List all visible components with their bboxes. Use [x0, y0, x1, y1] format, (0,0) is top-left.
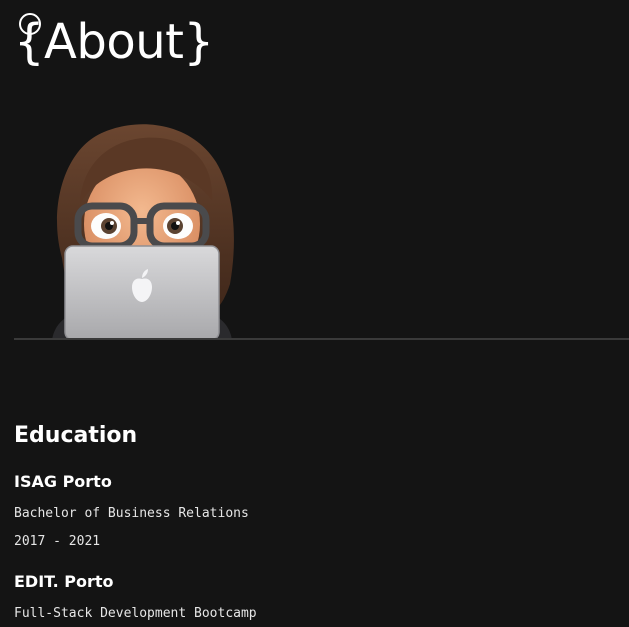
page-title: {About}	[14, 14, 214, 70]
education-years: 2017 - 2021	[14, 534, 101, 549]
education-degree: Full-Stack Development Bootcamp	[14, 606, 257, 621]
divider	[14, 338, 629, 340]
section-title-education: Education	[14, 423, 138, 448]
cursor-icon	[19, 13, 41, 35]
education-school: EDIT. Porto	[14, 572, 114, 591]
education-school: ISAG Porto	[14, 472, 112, 491]
education-degree: Bachelor of Business Relations	[14, 506, 249, 521]
memoji-laptop-icon	[52, 124, 234, 340]
